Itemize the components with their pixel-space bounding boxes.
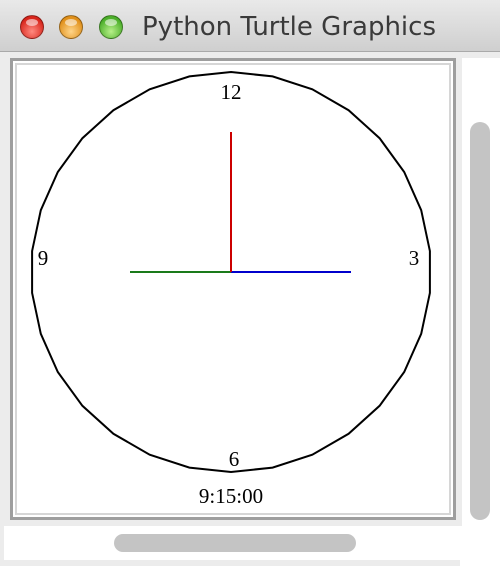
scroll-corner	[460, 526, 500, 566]
numeral-3: 3	[409, 246, 420, 270]
clock-drawing: 12 3 6 9 9:15:00	[31, 70, 431, 508]
vertical-scroll-thumb[interactable]	[470, 122, 490, 520]
digital-time: 9:15:00	[199, 484, 263, 508]
horizontal-scroll-thumb[interactable]	[114, 534, 356, 552]
numeral-9: 9	[38, 246, 49, 270]
numeral-6: 6	[229, 447, 240, 471]
turtle-window: Python Turtle Graphics 12 3 6 9 9:15:00	[0, 0, 500, 566]
numeral-12: 12	[221, 80, 242, 104]
